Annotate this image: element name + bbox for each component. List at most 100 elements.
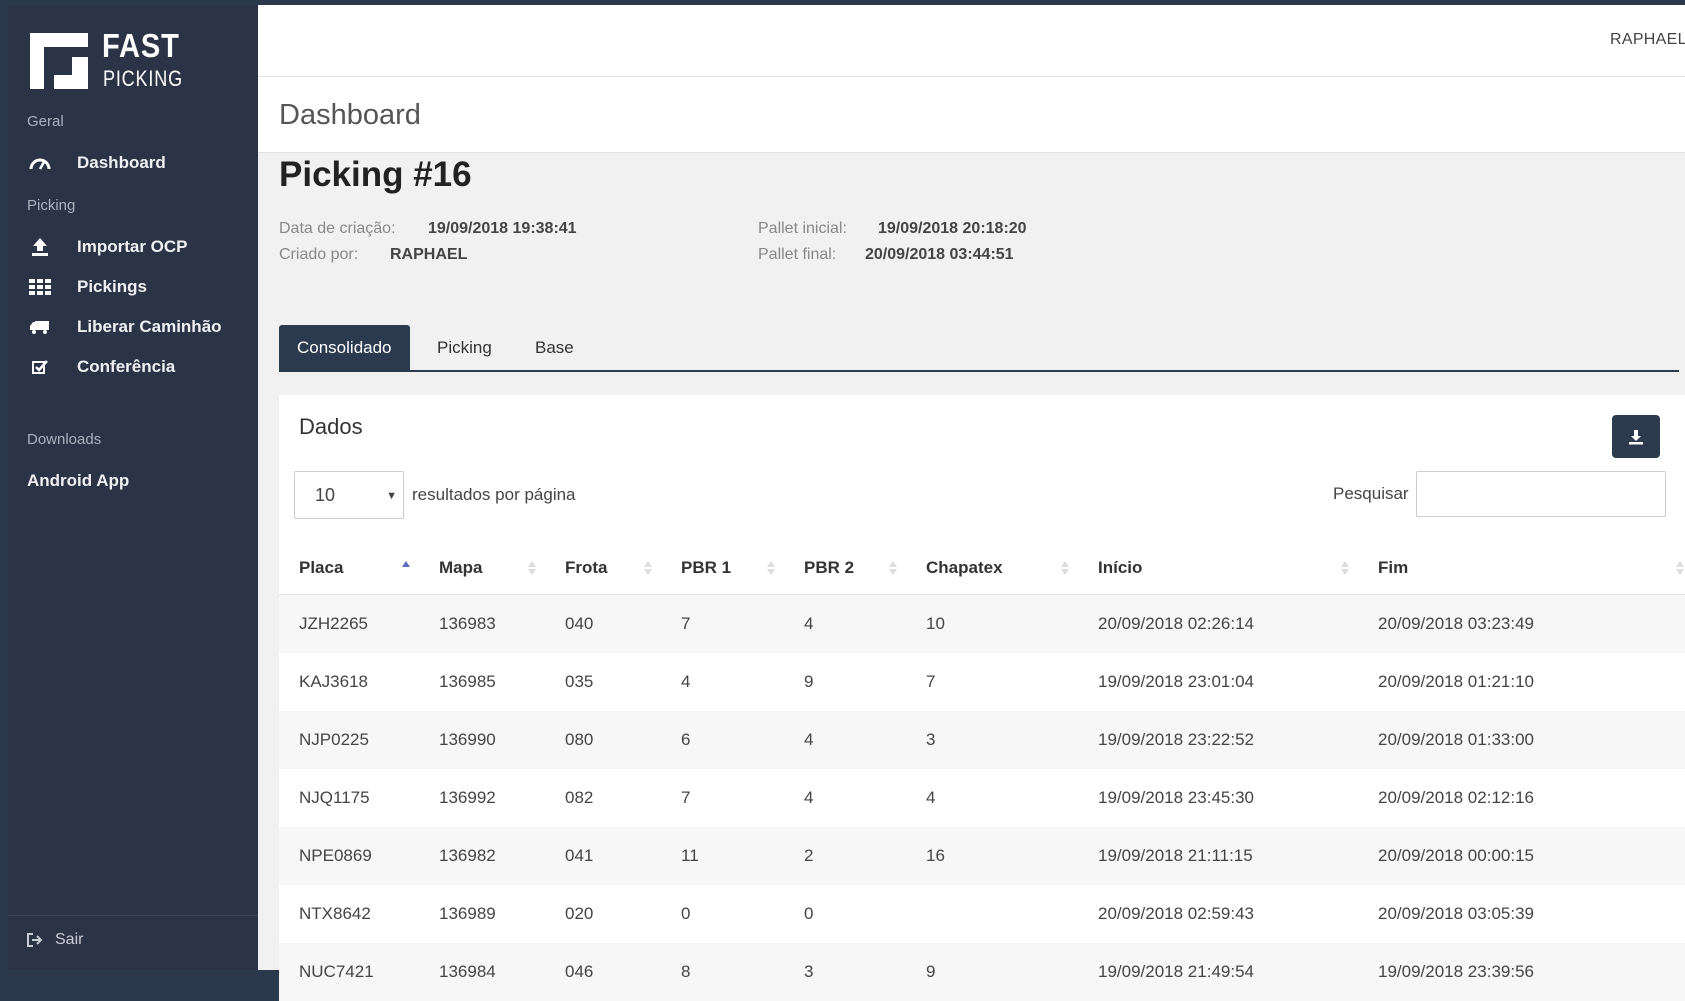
logo-text-fast: FAST — [102, 27, 180, 64]
sort-icon — [767, 561, 775, 575]
sidebar: FAST PICKING Geral Dashboard Picking Imp… — [8, 5, 258, 970]
cell-frota: 035 — [545, 653, 661, 711]
cell-placa: NUC7421 — [279, 943, 419, 1001]
tab-picking[interactable]: Picking — [437, 325, 492, 370]
cell-placa: JZH2265 — [279, 594, 419, 653]
cell-pbr1: 4 — [661, 653, 784, 711]
cell-inicio: 19/09/2018 23:01:04 — [1078, 653, 1358, 711]
dashboard-gauge-icon — [27, 152, 53, 174]
sidebar-item-android-app[interactable]: Android App — [27, 466, 247, 496]
column-header-frota[interactable]: Frota — [545, 542, 661, 595]
cell-pbr2: 4 — [784, 769, 906, 827]
logout-icon — [27, 933, 43, 947]
cell-chapatex: 7 — [906, 653, 1078, 711]
pallet-end-label: Pallet final: — [758, 246, 837, 263]
cell-fim: 20/09/2018 03:05:39 — [1358, 885, 1685, 943]
column-header-fim[interactable]: Fim — [1358, 542, 1685, 595]
column-label: Mapa — [439, 558, 483, 577]
column-header-placa[interactable]: Placa — [279, 542, 419, 595]
logout-button[interactable]: Sair — [27, 931, 83, 949]
page-length-label: resultados por página — [412, 485, 576, 504]
table-row: NUC7421 136984 046 8 3 9 19/09/2018 21:4… — [279, 943, 1685, 1001]
sort-icon — [1676, 561, 1684, 575]
tab-consolidado[interactable]: Consolidado — [279, 325, 410, 370]
cell-mapa: 136982 — [419, 827, 545, 885]
cell-pbr2: 4 — [784, 594, 906, 653]
logo[interactable]: FAST PICKING — [30, 28, 230, 98]
sort-icon — [1341, 561, 1349, 575]
sidebar-item-conferencia[interactable]: Conferência — [27, 352, 247, 382]
column-label: Início — [1098, 558, 1143, 577]
sort-asc-icon — [402, 561, 410, 567]
column-label: PBR 2 — [804, 558, 855, 577]
column-header-pbr2[interactable]: PBR 2 — [784, 542, 906, 595]
pallet-start-label: Pallet inicial: — [758, 220, 847, 237]
cell-frota: 041 — [545, 827, 661, 885]
nav-section-picking: Picking — [27, 197, 76, 214]
cell-inicio: 19/09/2018 23:45:30 — [1078, 769, 1358, 827]
cell-chapatex: 3 — [906, 711, 1078, 769]
cell-chapatex: 4 — [906, 769, 1078, 827]
sidebar-item-label: Dashboard — [77, 153, 166, 172]
table-row: NTX8642 136989 020 0 0 20/09/2018 02:59:… — [279, 885, 1685, 943]
sidebar-item-label: Pickings — [77, 277, 147, 296]
search-input[interactable] — [1416, 471, 1666, 517]
column-header-chapatex[interactable]: Chapatex — [906, 542, 1078, 595]
table-row: NPE0869 136982 041 11 2 16 19/09/2018 21… — [279, 827, 1685, 885]
cell-pbr2: 3 — [784, 943, 906, 1001]
cell-mapa: 136990 — [419, 711, 545, 769]
sort-icon — [644, 561, 652, 575]
cell-frota: 040 — [545, 594, 661, 653]
pallet-start-value: 19/09/2018 20:18:20 — [878, 220, 1027, 237]
sidebar-item-liberar-caminhao[interactable]: Liberar Caminhão — [27, 312, 247, 342]
cell-frota: 046 — [545, 943, 661, 1001]
upload-icon — [27, 236, 53, 258]
cell-chapatex: 16 — [906, 827, 1078, 885]
column-header-mapa[interactable]: Mapa — [419, 542, 545, 595]
cell-pbr1: 0 — [661, 885, 784, 943]
cell-frota: 082 — [545, 769, 661, 827]
column-header-inicio[interactable]: Início — [1078, 542, 1358, 595]
cell-mapa: 136992 — [419, 769, 545, 827]
page-length-select[interactable]: 10 ▼ — [294, 471, 404, 519]
table-row: KAJ3618 136985 035 4 9 7 19/09/2018 23:0… — [279, 653, 1685, 711]
cell-placa: NPE0869 — [279, 827, 419, 885]
sort-icon — [528, 561, 536, 575]
caret-down-icon: ▼ — [386, 490, 397, 502]
cell-frota: 020 — [545, 885, 661, 943]
sidebar-item-label: Conferência — [77, 357, 176, 376]
cell-mapa: 136983 — [419, 594, 545, 653]
sidebar-item-label: Liberar Caminhão — [77, 317, 222, 336]
created-date-value: 19/09/2018 19:38:41 — [428, 220, 577, 237]
page-length-value: 10 — [315, 484, 336, 505]
download-button[interactable] — [1612, 415, 1660, 458]
cell-pbr1: 8 — [661, 943, 784, 1001]
column-label: PBR 1 — [681, 558, 732, 577]
column-header-pbr1[interactable]: PBR 1 — [661, 542, 784, 595]
cell-inicio: 19/09/2018 21:11:15 — [1078, 827, 1358, 885]
page-title: Dashboard — [279, 99, 421, 131]
cell-pbr2: 0 — [784, 885, 906, 943]
tab-base[interactable]: Base — [535, 325, 574, 370]
sidebar-divider — [8, 915, 258, 916]
search-label: Pesquisar — [1333, 484, 1409, 503]
cell-fim: 20/09/2018 01:33:00 — [1358, 711, 1685, 769]
cell-fim: 20/09/2018 00:00:15 — [1358, 827, 1685, 885]
cell-pbr2: 4 — [784, 711, 906, 769]
created-date-label: Data de criação: — [279, 220, 396, 237]
sidebar-item-pickings[interactable]: Pickings — [27, 272, 247, 302]
sidebar-item-dashboard[interactable]: Dashboard — [27, 148, 247, 178]
cell-mapa: 136989 — [419, 885, 545, 943]
sidebar-item-label: Importar OCP — [77, 237, 188, 256]
user-menu[interactable]: RAPHAEL — [1610, 31, 1685, 49]
cell-inicio: 20/09/2018 02:26:14 — [1078, 594, 1358, 653]
cell-pbr1: 11 — [661, 827, 784, 885]
sort-icon — [889, 561, 897, 575]
cell-chapatex — [906, 885, 1078, 943]
cell-pbr2: 2 — [784, 827, 906, 885]
cell-placa: NJQ1175 — [279, 769, 419, 827]
tab-bar: Consolidado Picking Base — [279, 325, 1679, 372]
cell-pbr1: 7 — [661, 769, 784, 827]
sidebar-item-importar-ocp[interactable]: Importar OCP — [27, 232, 247, 262]
table-header-row: Placa Mapa Frota PBR 1 PBR 2 Chapatex In… — [279, 542, 1685, 595]
